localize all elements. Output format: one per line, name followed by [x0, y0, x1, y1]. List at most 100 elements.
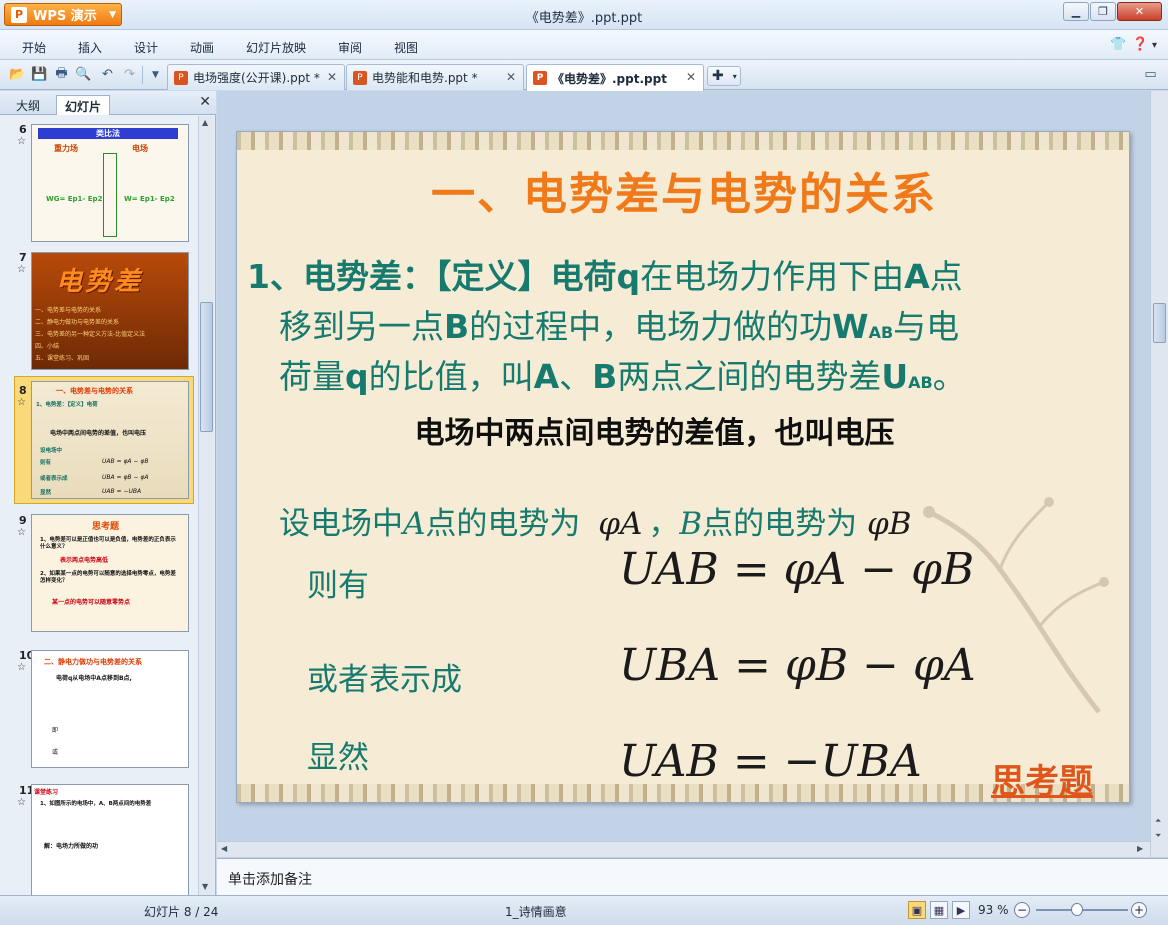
notes-placeholder[interactable]: 单击添加备注 — [228, 869, 312, 889]
thumbnail-scrollbar[interactable]: ▲ ▼ — [198, 116, 214, 895]
thumb-text: 电场 — [132, 144, 148, 153]
tab-outline[interactable]: 大纲 — [8, 95, 48, 115]
prev-slide-icon[interactable]: ⏶ — [1155, 816, 1161, 826]
animation-star-icon: ☆ — [17, 397, 26, 408]
definition-text: 的过程中，电场力做的功 — [469, 307, 833, 346]
tab-slides[interactable]: 幻灯片 — [56, 95, 111, 115]
formula-uab: UAB = φA − φB — [619, 544, 975, 595]
save-icon[interactable]: 💾 — [31, 66, 48, 83]
editor-horizontal-scrollbar[interactable]: ◀ ▶ — [217, 841, 1150, 857]
normal-view-icon[interactable]: ▣ — [908, 901, 926, 919]
thumb-title: 二、静电力做功与电势差的关系 — [44, 658, 142, 666]
print-icon[interactable]: 🖶 — [53, 66, 70, 83]
close-tab-icon[interactable]: ✕ — [686, 70, 696, 84]
menu-slideshow[interactable]: 幻灯片放映 — [246, 39, 306, 56]
chevron-down-icon[interactable]: ▾ — [1152, 40, 1157, 51]
menu-home[interactable]: 开始 — [22, 39, 46, 56]
slide-thumb-7[interactable]: 电势差 一、电势差与电势的关系 二、静电力做功与电势差的关系 三、电势差的另一种… — [31, 252, 189, 370]
thumb-divider — [103, 153, 117, 237]
thumb-text: W= Ep1- Ep2 — [124, 195, 175, 203]
help-icon[interactable]: ❓ — [1132, 37, 1148, 52]
slide-canvas[interactable]: 一、电势差与电势的关系 1、电势差：【定义】电荷q在电场力作用下由A点 移到另一… — [236, 131, 1130, 803]
definition-text: 1、电势差：【定义】电荷 — [247, 257, 617, 296]
notes-pane[interactable]: 单击添加备注 — [217, 858, 1168, 895]
potential-text: A — [403, 506, 426, 542]
thumb-text: 三、电势差的另一种定义方法-比值定义法 — [35, 331, 146, 338]
toolbar-divider — [142, 66, 143, 84]
thumb-text: 或者表示成 — [40, 476, 68, 482]
skin-icon[interactable]: 👕 — [1110, 37, 1126, 52]
animation-star-icon: ☆ — [17, 662, 26, 673]
thumb-title: 课堂练习 — [34, 789, 59, 796]
potential-line: 设电场中A点的电势为 φA ，B点的电势为 φB — [279, 498, 911, 543]
animation-star-icon: ☆ — [17, 264, 26, 275]
restore-layout-icon[interactable]: ▭ — [1142, 66, 1159, 83]
doc-tab-label: 电势能和电势.ppt * — [372, 71, 478, 85]
definition-text: q — [616, 257, 641, 296]
open-icon[interactable]: 📂 — [9, 66, 26, 83]
doc-tab-1[interactable]: P 电场强度(公开课).ppt * ✕ — [167, 64, 345, 90]
undo-icon[interactable]: ↶ — [99, 66, 116, 83]
scrollbar-thumb[interactable] — [200, 302, 213, 432]
definition-line-1: 1、电势差：【定义】电荷q在电场力作用下由A点 — [247, 250, 963, 298]
zoom-out-icon[interactable]: − — [1014, 902, 1030, 918]
menu-view[interactable]: 视图 — [394, 39, 418, 56]
scroll-right-icon[interactable]: ▶ — [1137, 844, 1143, 853]
slide-thumb-11[interactable]: 课堂练习 1、如图所示的电场中，A、B两点间的电势差 解：电场力所做的功 — [31, 784, 189, 895]
doc-tab-2[interactable]: P 电势能和电势.ppt * ✕ — [346, 64, 524, 90]
potential-text: B — [679, 506, 703, 542]
slide-thumb-6[interactable]: 类比法 重力场 电场 WG= Ep1- Ep2 W= Ep1- Ep2 — [31, 124, 189, 242]
new-tab-button[interactable]: ✚ ▾ — [707, 66, 741, 86]
definition-text: 两点之间的电势差 — [617, 357, 882, 396]
toolbar: 📂 💾 🖶 🔍 ↶ ↷ ▼ P 电场强度(公开课).ppt * ✕ P 电势能和… — [0, 60, 1168, 91]
thumb-text: 则有 — [40, 460, 52, 466]
doc-tab-3[interactable]: P 《电势差》.ppt.ppt ✕ — [526, 64, 704, 91]
slide-thumb-10[interactable]: 二、静电力做功与电势差的关系 电荷q从电场中A点移到B点, 即 或 — [31, 650, 189, 768]
slideshow-icon[interactable]: ▶ — [952, 901, 970, 919]
maximize-button[interactable]: ❐ — [1090, 2, 1116, 21]
definition-text: 移到另一点 — [279, 307, 444, 346]
chevron-down-icon: ▾ — [732, 71, 737, 81]
scrollbar-thumb[interactable] — [1153, 303, 1166, 343]
editor-vertical-scrollbar[interactable]: ⏶ ⏷ — [1150, 91, 1168, 857]
close-tab-icon[interactable]: ✕ — [327, 70, 337, 84]
animation-star-icon: ☆ — [17, 527, 26, 538]
menu-review[interactable]: 审阅 — [338, 39, 362, 56]
close-button[interactable]: ✕ — [1117, 2, 1162, 21]
thumb-text: 二、静电力做功与电势差的关系 — [35, 319, 120, 326]
thumb-text: 解：电场力所做的功 — [44, 843, 99, 850]
definition-text: 、 — [559, 357, 593, 396]
slide-sorter-icon[interactable]: ▦ — [930, 901, 948, 919]
thumb-text: 2、如果某一点的电势可以随意的选择电势零点，电势差怎样变化？ — [40, 571, 176, 584]
definition-text: 在电场力作用下由 — [640, 257, 905, 296]
slide-thumb-9[interactable]: 思考题 1、电势差可以是正值也可以是负值，电势差的正负表示什么意义？ 表示两点电… — [31, 514, 189, 632]
definition-text: U — [881, 357, 909, 396]
think-question-link[interactable]: 思考题 — [991, 754, 1093, 802]
zoom-in-icon[interactable]: + — [1131, 902, 1147, 918]
slide-thumb-8[interactable]: 一、电势差与电势的关系 1、电势差：【定义】电荷 电场中两点间电势的差值，也叫电… — [31, 381, 189, 499]
scroll-up-icon[interactable]: ▲ — [202, 118, 208, 127]
menu-insert[interactable]: 插入 — [78, 39, 102, 56]
label-then: 则有 — [307, 568, 369, 604]
scroll-down-icon[interactable]: ▼ — [202, 882, 208, 891]
scroll-left-icon[interactable]: ◀ — [221, 844, 227, 853]
next-slide-icon[interactable]: ⏷ — [1155, 831, 1161, 841]
panel-tabs: 大纲 幻灯片 ✕ — [0, 91, 216, 115]
close-icon[interactable]: ✕ — [199, 94, 211, 110]
menu-design[interactable]: 设计 — [134, 39, 158, 56]
customize-arrow-icon[interactable]: ▼ — [147, 66, 164, 83]
redo-icon[interactable]: ↷ — [121, 66, 138, 83]
print-preview-icon[interactable]: 🔍 — [75, 66, 92, 83]
definition-text: 与电 — [893, 307, 960, 346]
thumb-text: 1、电势差：【定义】电荷 — [36, 402, 98, 408]
close-tab-icon[interactable]: ✕ — [506, 70, 516, 84]
ppt-file-icon: P — [533, 71, 547, 85]
zoom-slider-knob[interactable] — [1071, 903, 1083, 916]
voltage-note: 电场中两点间电势的差值，也叫电压 — [414, 416, 895, 451]
minimize-button[interactable]: ▁ — [1063, 2, 1089, 21]
menu-animation[interactable]: 动画 — [190, 39, 214, 56]
thumb-text: 设电场中 — [40, 448, 63, 454]
ppt-file-icon: P — [353, 70, 367, 85]
thumb-text: 电场中两点间电势的差值，也叫电压 — [50, 430, 147, 437]
definition-text: B — [444, 307, 470, 346]
